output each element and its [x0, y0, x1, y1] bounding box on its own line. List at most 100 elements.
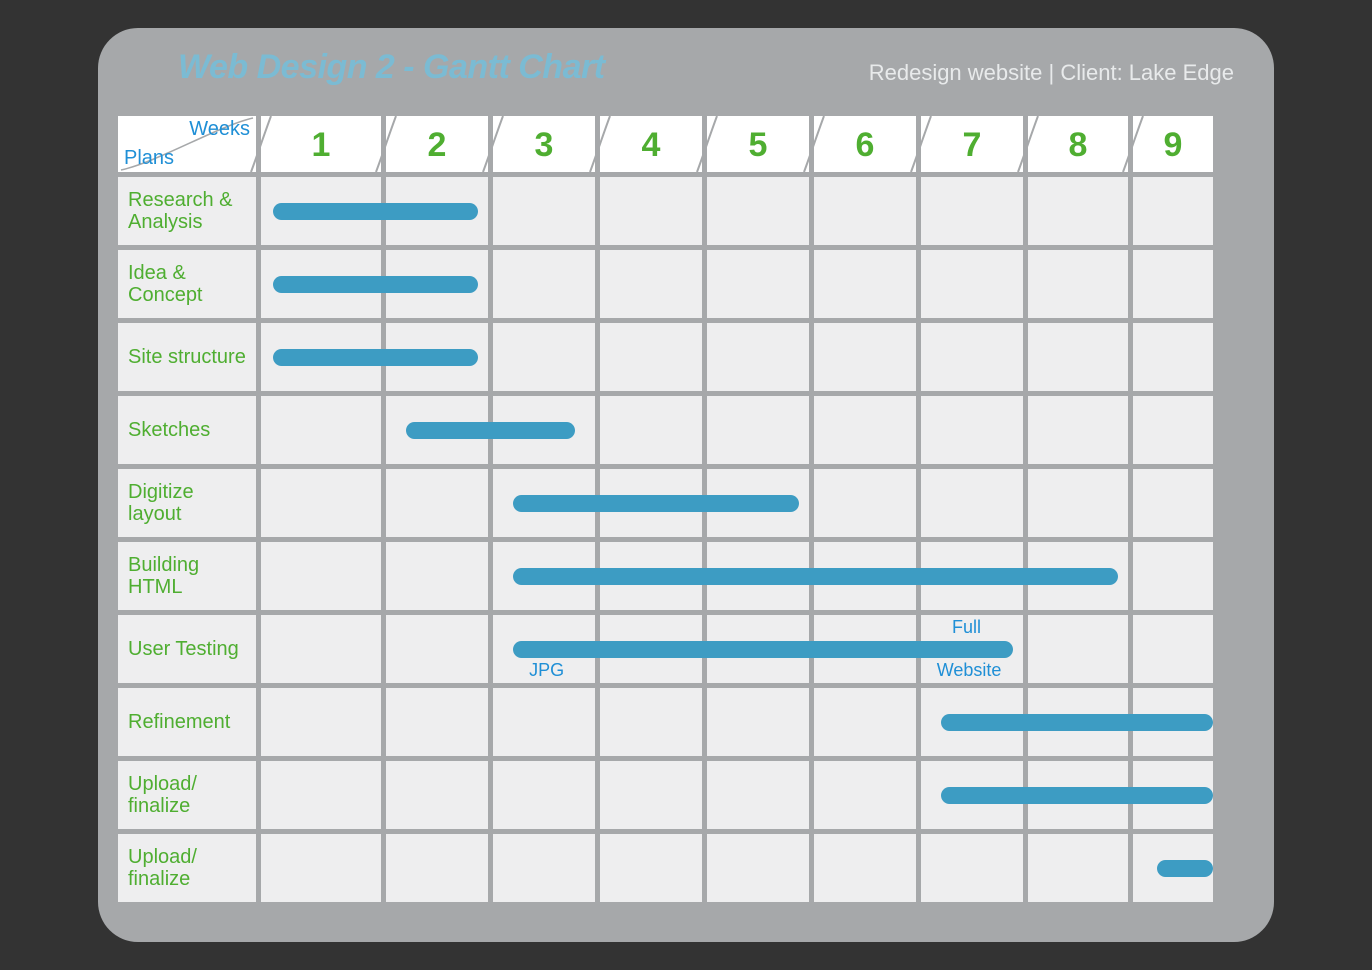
header-week-5: 5 [707, 116, 809, 172]
grid-cell [261, 396, 381, 464]
grid-cell [1028, 615, 1128, 683]
row-label: Upload/ finalize [118, 834, 256, 902]
gantt-bar [513, 495, 798, 512]
grid-cell [261, 761, 381, 829]
gantt-row: User Testing [118, 615, 1213, 683]
gantt-card: Web Design 2 - Gantt Chart Redesign webs… [98, 28, 1274, 942]
week-number: 8 [1028, 116, 1128, 174]
grid-cell [921, 834, 1023, 902]
gantt-grid: WeeksPlans123456789Research & AnalysisId… [118, 116, 1274, 916]
grid-cell [493, 177, 595, 245]
grid-cell [493, 688, 595, 756]
gantt-bar [406, 422, 574, 439]
header-week-3: 3 [493, 116, 595, 172]
grid-cell [921, 396, 1023, 464]
gantt-row: Research & Analysis [118, 177, 1213, 245]
grid-cell [386, 834, 488, 902]
grid-cell [921, 250, 1023, 318]
gantt-bar [1157, 860, 1213, 877]
grid-cell [386, 761, 488, 829]
grid-cell [1028, 834, 1128, 902]
header-week-8: 8 [1028, 116, 1128, 172]
grid-cell [1133, 250, 1213, 318]
gantt-row: Refinement [118, 688, 1213, 756]
grid-cell [493, 761, 595, 829]
row-label: Idea & Concept [118, 250, 256, 318]
gantt-row: Upload/ finalize [118, 834, 1213, 902]
week-number: 1 [261, 116, 381, 174]
header-row: WeeksPlans123456789 [118, 116, 1213, 172]
week-number: 9 [1133, 116, 1213, 174]
gantt-bar [941, 714, 1213, 731]
row-label: Research & Analysis [118, 177, 256, 245]
gantt-row: Building HTML [118, 542, 1213, 610]
grid-cell [493, 834, 595, 902]
grid-cell [1028, 177, 1128, 245]
grid-cell [600, 834, 702, 902]
gantt-row: Sketches [118, 396, 1213, 464]
grid-cell [1133, 396, 1213, 464]
grid-cell [1133, 469, 1213, 537]
grid-cell [707, 834, 809, 902]
gantt-bar [273, 349, 478, 366]
grid-cell [1028, 469, 1128, 537]
grid-cell [814, 396, 916, 464]
grid-cell [707, 177, 809, 245]
grid-cell [814, 834, 916, 902]
grid-cell [921, 177, 1023, 245]
week-number: 4 [600, 116, 702, 174]
grid-cell [921, 323, 1023, 391]
grid-cell [707, 250, 809, 318]
gantt-row: Digitize layout [118, 469, 1213, 537]
axis-columns-label: Weeks [189, 118, 250, 141]
grid-cell [600, 396, 702, 464]
grid-cell [261, 615, 381, 683]
grid-cell [261, 688, 381, 756]
gantt-bar [513, 641, 1012, 658]
grid-cell [814, 177, 916, 245]
header-week-2: 2 [386, 116, 488, 172]
row-label: User Testing [118, 615, 256, 683]
row-label: Digitize layout [118, 469, 256, 537]
grid-cell [261, 542, 381, 610]
grid-cell [707, 688, 809, 756]
grid-cell [386, 688, 488, 756]
header-week-1: 1 [261, 116, 381, 172]
grid-cell [707, 396, 809, 464]
header-corner: WeeksPlans [118, 116, 256, 172]
grid-cell [600, 688, 702, 756]
card-header: Web Design 2 - Gantt Chart Redesign webs… [98, 28, 1274, 116]
row-label: Site structure [118, 323, 256, 391]
grid-cell [493, 323, 595, 391]
gantt-bar [273, 276, 478, 293]
grid-cell [261, 834, 381, 902]
week-number: 6 [814, 116, 916, 174]
grid-cell [814, 323, 916, 391]
header-week-7: 7 [921, 116, 1023, 172]
row-label: Upload/ finalize [118, 761, 256, 829]
grid-cell [493, 250, 595, 318]
grid-cell [261, 469, 381, 537]
grid-cell [814, 688, 916, 756]
gantt-row: Site structure [118, 323, 1213, 391]
grid-cell [600, 323, 702, 391]
grid-cell [386, 615, 488, 683]
gantt-row: Upload/ finalize [118, 761, 1213, 829]
grid-cell [386, 469, 488, 537]
row-label: Refinement [118, 688, 256, 756]
header-week-6: 6 [814, 116, 916, 172]
row-label: Building HTML [118, 542, 256, 610]
grid-cell [386, 542, 488, 610]
week-number: 3 [493, 116, 595, 174]
grid-cell [1133, 542, 1213, 610]
grid-cell [1133, 615, 1213, 683]
grid-cell [1028, 250, 1128, 318]
week-number: 7 [921, 116, 1023, 174]
gantt-bar [273, 203, 478, 220]
week-number: 5 [707, 116, 809, 174]
grid-cell [1133, 323, 1213, 391]
grid-cell [600, 250, 702, 318]
grid-cell [814, 761, 916, 829]
grid-cell [814, 469, 916, 537]
gantt-row: Idea & Concept [118, 250, 1213, 318]
